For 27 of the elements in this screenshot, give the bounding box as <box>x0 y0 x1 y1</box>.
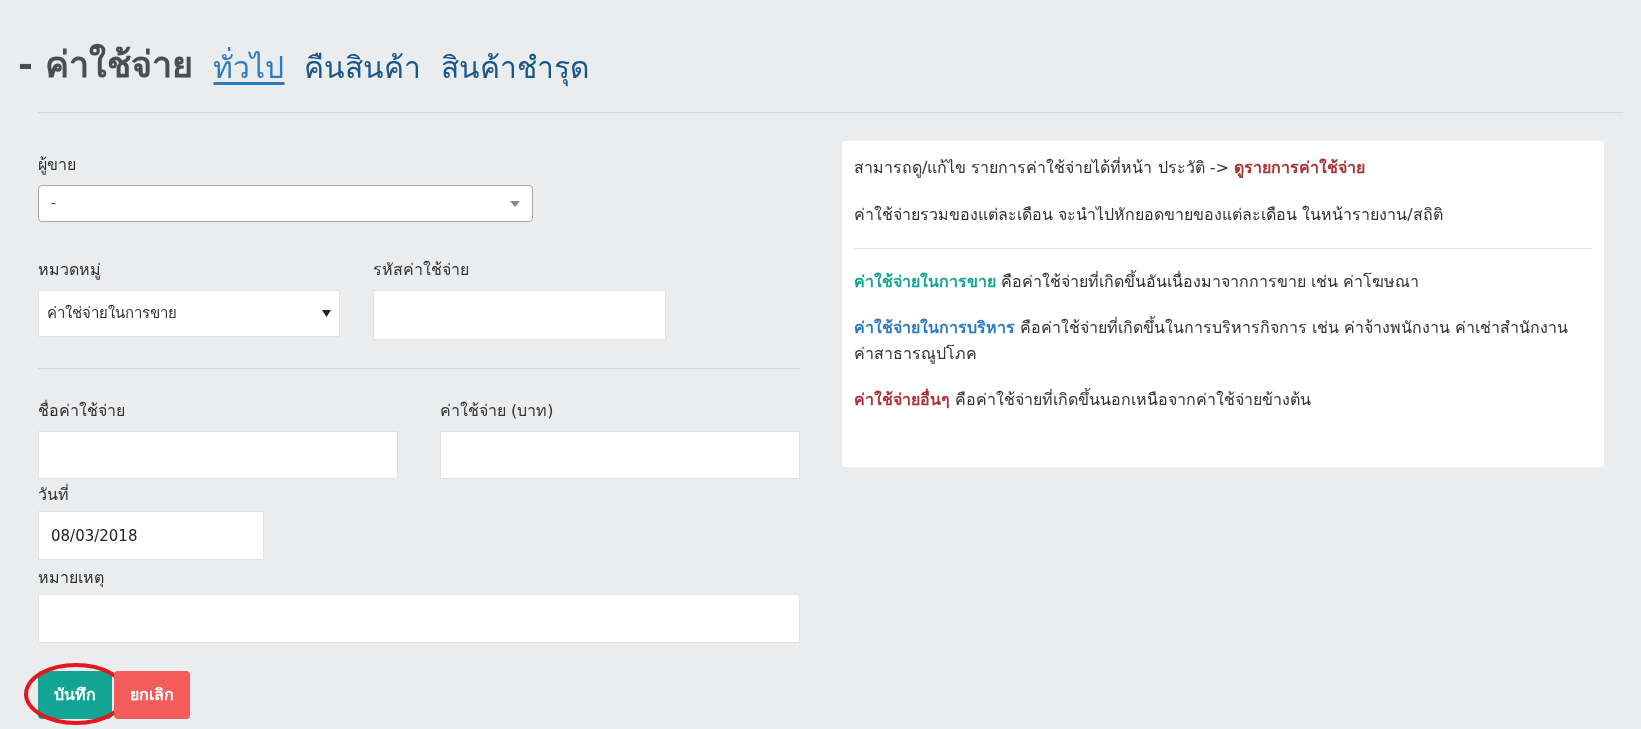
category-select[interactable]: ค่าใช่จ่ายในการขาย <box>38 290 340 337</box>
field-label: วันที่ <box>38 483 70 506</box>
tab-link[interactable]: ทั่วไป <box>213 45 285 92</box>
field-label: ชื่อค่าใช้จ่าย <box>38 399 126 422</box>
definition-text: ค่าใช้จ่ายในการบริหาร คือค่าใช้จ่ายที่เกิดขึ้นในการบริหารกิจการ เช่น ค่าจ้างพนักงาน ค่าเช่าสำนักงาน ค่าสาธารณูปโภค <box>854 315 1570 366</box>
note-input[interactable] <box>38 594 800 643</box>
field-label: หมายเหตุ <box>38 567 105 590</box>
amount-input[interactable] <box>440 431 800 479</box>
field-label: ผู้ขาย <box>38 154 77 177</box>
field-label: ค่าใช้จ่าย (บาท) <box>440 400 555 422</box>
vendor-select[interactable]: - <box>38 185 533 222</box>
definition-text: ค่าใช้จ่ายอื่นๆ คือค่าใช้จ่ายที่เกิดขึ้นนอกเหนือจากค่าใช้จ่ายข้างต้น <box>854 387 1313 411</box>
name-input[interactable] <box>38 431 398 479</box>
field-label: รหัสค่าใช้จ่าย <box>373 259 470 281</box>
code-input[interactable] <box>373 290 666 340</box>
caret-icon <box>510 200 520 207</box>
history-note: สามารถดู/แก้ไข รายการค่าใช้จ่ายได้ที่หน้า ประวัติ -> ดูรายการค่าใช้จ่าย <box>854 156 1366 180</box>
page-title: - ค่าใช้จ่าย <box>18 42 194 87</box>
tab-link[interactable]: สินค้าชำรุด <box>441 45 590 92</box>
expense-list-link[interactable]: ดูรายการค่าใช้จ่าย <box>1233 158 1365 177</box>
monthly-note: ค่าใช้จ่ายรวมของแต่ละเดือน จะนำไปหักยอดขายของแต่ละเดือน ในหน้ารายงาน/สถิติ <box>854 204 1444 226</box>
caret-icon <box>322 310 331 317</box>
tab-link[interactable]: คืนสินค้า <box>304 45 422 92</box>
definition-text: ค่าใช้จ่ายในการขาย คือค่าใช้จ่ายที่เกิดขึ้นอันเนื่องมาจากการขาย เช่น ค่าโฆษณา <box>854 269 1421 293</box>
date-input[interactable]: 08/03/2018 <box>38 511 264 560</box>
field-label: หมวดหมู่ <box>38 259 102 282</box>
cancel-button[interactable]: ยกเลิก <box>114 671 190 719</box>
